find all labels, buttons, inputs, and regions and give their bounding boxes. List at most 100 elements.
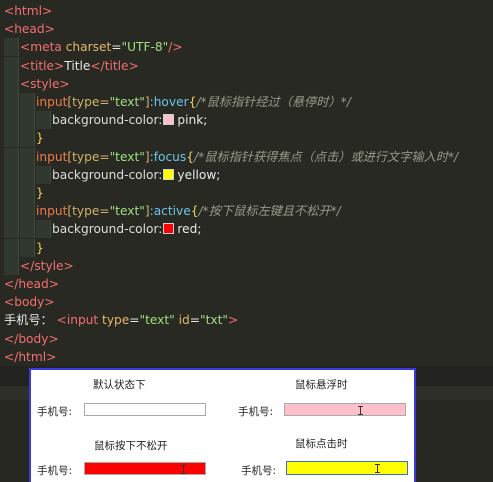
code-token: meta xyxy=(30,40,62,55)
code-token: "text" xyxy=(109,149,145,164)
code-line: <style> xyxy=(20,75,70,93)
code-line: <body> xyxy=(4,293,55,311)
text-cursor-icon xyxy=(181,465,186,474)
code-line: <head> xyxy=(4,20,55,38)
code-line: input[type="text"]:hover{/*鼠标指针经过（悬停时）*/ xyxy=(36,93,351,111)
caption-hover: 鼠标悬浮时 xyxy=(295,379,348,391)
indent-guide xyxy=(36,165,51,184)
indent-guide xyxy=(4,111,19,130)
phone-label-active: 手机号: xyxy=(37,465,73,477)
code-line: background-color: pink; xyxy=(52,111,207,129)
color-swatch-icon xyxy=(163,114,175,126)
indent-guide xyxy=(20,93,35,111)
indent-guide xyxy=(4,238,19,257)
indent-guide xyxy=(20,184,35,202)
code-token: <head> xyxy=(4,22,55,37)
phone-label-focus: 手机号: xyxy=(241,465,277,477)
indent-guide xyxy=(20,220,35,239)
indent-guide xyxy=(4,165,19,184)
phone-label-hover: 手机号: xyxy=(238,406,274,418)
code-line: </head> xyxy=(4,275,59,293)
code-token: </style> xyxy=(20,258,74,273)
code-token: :hover xyxy=(149,95,189,109)
code-token: charset xyxy=(61,40,112,55)
code-token: < xyxy=(20,40,31,55)
code-token: /*鼠标指针经过（悬停时）*/ xyxy=(196,95,351,109)
code-line: <title>Title</title> xyxy=(20,57,139,75)
code-token: } xyxy=(36,131,44,146)
indent-guide xyxy=(4,184,19,202)
code-line: input[type="text"]:active{/*按下鼠标左键且不松开*/ xyxy=(36,202,341,220)
code-token: { xyxy=(190,204,199,219)
code-token: background-color: xyxy=(52,113,163,128)
code-token: <style> xyxy=(20,76,70,91)
indent-guide xyxy=(4,74,19,93)
code-token: = xyxy=(129,313,140,328)
code-token: background-color: xyxy=(52,222,163,237)
indent-guide xyxy=(4,202,19,221)
code-line: 手机号： <input type="text" id="txt"> xyxy=(4,311,238,329)
phone-input-active[interactable] xyxy=(84,462,206,475)
code-token: </body> xyxy=(4,331,59,346)
color-swatch-icon xyxy=(163,168,175,180)
color-swatch-icon xyxy=(163,223,175,235)
code-token: /> xyxy=(168,40,183,55)
code-token: "txt" xyxy=(200,313,228,328)
text-cursor-icon xyxy=(375,464,380,473)
code-token: input xyxy=(36,95,68,109)
code-line: <meta charset="UTF-8"/> xyxy=(20,38,183,56)
phone-label-default: 手机号: xyxy=(37,406,73,418)
indent-guide xyxy=(4,220,19,239)
code-token: <body> xyxy=(4,295,55,310)
code-line: background-color: yellow; xyxy=(52,166,220,184)
indent-guide xyxy=(20,111,35,130)
indent-guide xyxy=(4,38,19,57)
code-line: background-color: red; xyxy=(52,220,201,238)
code-token: pink; xyxy=(177,113,208,128)
code-token: Title xyxy=(64,58,91,73)
caption-active: 鼠标按下不松开 xyxy=(94,440,168,452)
browser-preview: 默认状态下 手机号: 鼠标悬浮时 手机号: 鼠标按下不松开 手机号: 鼠标点击时… xyxy=(29,368,416,482)
code-token: yellow; xyxy=(177,167,221,182)
code-token: = xyxy=(111,40,122,55)
indent-guide xyxy=(20,238,35,257)
indent-guide xyxy=(4,56,19,75)
code-token: id xyxy=(174,313,190,328)
code-token: "text" xyxy=(109,95,145,109)
text-cursor-icon xyxy=(358,406,363,415)
code-line: } xyxy=(36,129,44,147)
code-token: <title> xyxy=(20,58,65,73)
indent-guide xyxy=(20,147,35,166)
code-token: "text" xyxy=(139,313,175,328)
phone-input-default[interactable] xyxy=(84,403,206,416)
caption-default: 默认状态下 xyxy=(93,379,146,391)
indent-guide xyxy=(36,220,51,239)
code-token: /*鼠标指针获得焦点（点击）或进行文字输入时*/ xyxy=(194,149,459,164)
indent-guide xyxy=(20,165,35,184)
code-token: <html> xyxy=(4,4,53,18)
phone-input-focus[interactable] xyxy=(286,461,408,475)
code-token: [type= xyxy=(67,204,110,219)
code-line: </style> xyxy=(20,257,74,275)
code-token: </head> xyxy=(4,277,59,291)
code-token: 手机号： xyxy=(4,313,57,328)
indent-guide xyxy=(20,202,35,221)
code-token: red; xyxy=(177,222,202,237)
indent-guide xyxy=(4,147,19,166)
indent-guide xyxy=(20,129,35,148)
code-token: </html> xyxy=(4,349,57,364)
code-token: "text" xyxy=(109,204,145,219)
indent-guide xyxy=(4,256,19,275)
code-line: </body> xyxy=(4,330,59,348)
indent-guide xyxy=(4,93,19,111)
code-token: "UTF-8" xyxy=(121,40,169,55)
code-token: = xyxy=(189,313,200,328)
phone-input-hover[interactable] xyxy=(284,403,406,416)
code-token: :focus xyxy=(149,149,187,164)
code-editor[interactable]: <html> <head> <meta charset="UTF-8"/> <titl… xyxy=(0,0,493,366)
code-token: [type= xyxy=(67,95,110,109)
code-line: } xyxy=(36,184,44,202)
code-line: } xyxy=(36,239,44,257)
indent-guide xyxy=(36,111,51,130)
indent-guide xyxy=(4,129,19,148)
